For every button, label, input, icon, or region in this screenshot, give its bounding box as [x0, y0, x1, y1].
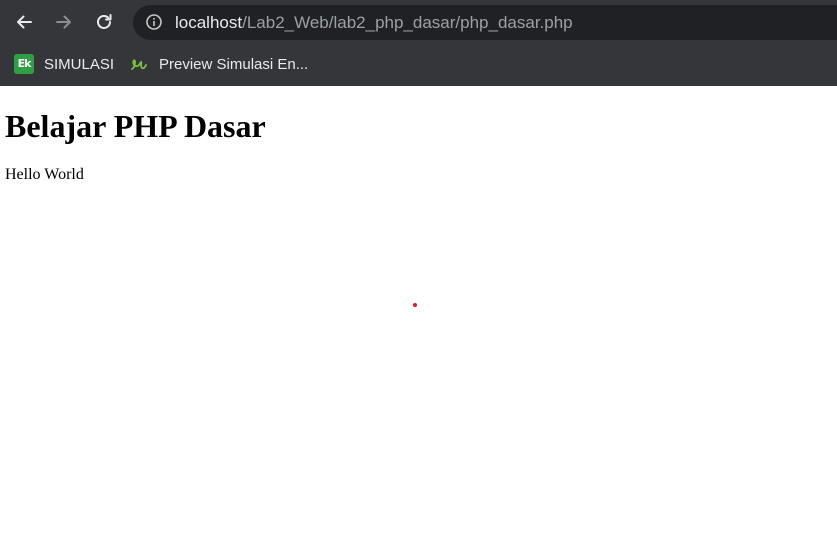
- reload-button[interactable]: [89, 7, 119, 37]
- cursor-dot: [413, 303, 417, 307]
- browser-toolbar: localhost/Lab2_Web/lab2_php_dasar/php_da…: [0, 0, 837, 44]
- bookmark-preview-simulasi[interactable]: Preview Simulasi En...: [129, 53, 308, 75]
- forward-button[interactable]: [49, 7, 79, 37]
- ek-logo-icon: Ek: [14, 54, 34, 74]
- bookmarks-bar: Ek SIMULASI Preview Simulasi En...: [0, 44, 837, 86]
- bookmark-simulasi[interactable]: Ek SIMULASI: [14, 53, 114, 75]
- back-button[interactable]: [9, 7, 39, 37]
- page-text: Hello World: [5, 166, 84, 183]
- url-host: localhost: [175, 13, 243, 32]
- ek-badge: Ek: [14, 54, 34, 74]
- url-path: /Lab2_Web/lab2_php_dasar/php_dasar.php: [242, 13, 573, 32]
- arrow-right-icon: [56, 15, 71, 29]
- info-icon[interactable]: [145, 13, 163, 31]
- url-text[interactable]: localhost/Lab2_Web/lab2_php_dasar/php_da…: [175, 13, 573, 32]
- bookmark-label: Preview Simulasi En...: [159, 55, 309, 73]
- page-content: Belajar PHP Dasar Hello World: [0, 86, 837, 533]
- bookmark-label: SIMULASI: [44, 55, 115, 73]
- address-bar[interactable]: localhost/Lab2_Web/lab2_php_dasar/php_da…: [133, 5, 837, 40]
- browser-chrome: localhost/Lab2_Web/lab2_php_dasar/php_da…: [0, 0, 837, 86]
- ek-script-logo-icon: [129, 54, 149, 74]
- page-title: Belajar PHP Dasar: [5, 108, 266, 144]
- reload-icon: [97, 14, 112, 29]
- arrow-left-icon: [17, 15, 32, 29]
